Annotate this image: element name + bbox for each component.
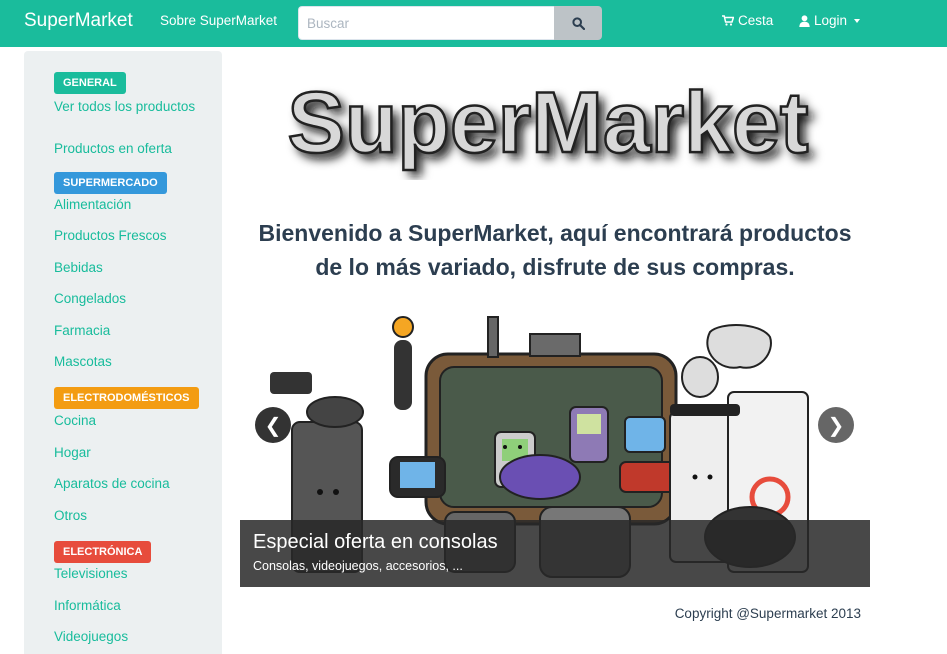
navbar: SuperMarket Sobre SuperMarket Cesta Logi… [0,0,947,47]
carousel-next-button[interactable]: ❯ [818,407,854,443]
sidebar-link-videojuegos[interactable]: Videojuegos [54,628,204,646]
carousel-prev-button[interactable]: ❮ [255,407,291,443]
search-input[interactable] [298,6,554,40]
welcome-line-1: Bienvenido a SuperMarket, aquí encontrar… [258,220,852,246]
sidebar-link-otros[interactable]: Otros [54,507,204,525]
caption-subtitle: Consolas, videojuegos, accesorios, ... [253,559,463,573]
sidebar-link-farmacia[interactable]: Farmacia [54,322,204,340]
cart-icon [722,15,734,26]
copyright-text: Copyright @Supermarket 2013 [674,606,861,621]
sidebar-link-bebidas[interactable]: Bebidas [54,259,204,277]
category-badge-general: GENERAL [54,72,126,94]
search-icon [571,16,585,30]
sidebar-link-all-products[interactable]: Ver todos los productos [54,98,204,116]
category-badge-electrodomesticos: ELECTRODOMÉSTICOS [54,387,199,409]
logo-text: SuperMarket [288,80,809,171]
sidebar-link-informatica[interactable]: Informática [54,597,204,615]
sidebar-link-cocina[interactable]: Cocina [54,412,204,430]
category-badge-electronica: ELECTRÓNICA [54,541,152,563]
login-label: Login [814,13,848,28]
welcome-message: Bienvenido a SuperMarket, aquí encontrar… [240,216,870,284]
sidebar-link-congelados[interactable]: Congelados [54,290,204,308]
carousel-caption: Especial oferta en consolas Consolas, vi… [240,520,870,587]
user-icon [799,14,810,27]
sidebar-link-mascotas[interactable]: Mascotas [54,353,204,371]
category-badge-supermercado: SUPERMERCADO [54,172,167,194]
caret-down-icon [854,19,861,23]
sidebar-link-televisiones[interactable]: Televisiones [54,565,204,583]
sidebar-link-offers[interactable]: Productos en oferta [54,140,204,158]
search-button[interactable] [554,6,602,40]
sidebar-link-alimentacion[interactable]: Alimentación [54,196,204,214]
sidebar-link-frescos[interactable]: Productos Frescos [54,227,204,245]
cart-label: Cesta [738,13,774,28]
supermarket-logo: SuperMarket SuperMarket [252,74,852,180]
sidebar-link-hogar[interactable]: Hogar [54,444,204,462]
logo-graphic: SuperMarket SuperMarket [286,74,814,177]
login-dropdown[interactable]: Login [799,13,861,28]
nav-cart-link[interactable]: Cesta [722,13,773,28]
welcome-line-2: de lo más variado, disfrute de sus compr… [315,254,795,280]
sidebar-link-aparatos-cocina[interactable]: Aparatos de cocina [54,475,204,493]
caption-title: Especial oferta en consolas [253,531,498,553]
brand-link[interactable]: SuperMarket [24,10,133,32]
sidebar: GENERAL Ver todos los productos Producto… [24,51,222,654]
nav-about-link[interactable]: Sobre SuperMarket [160,13,277,28]
